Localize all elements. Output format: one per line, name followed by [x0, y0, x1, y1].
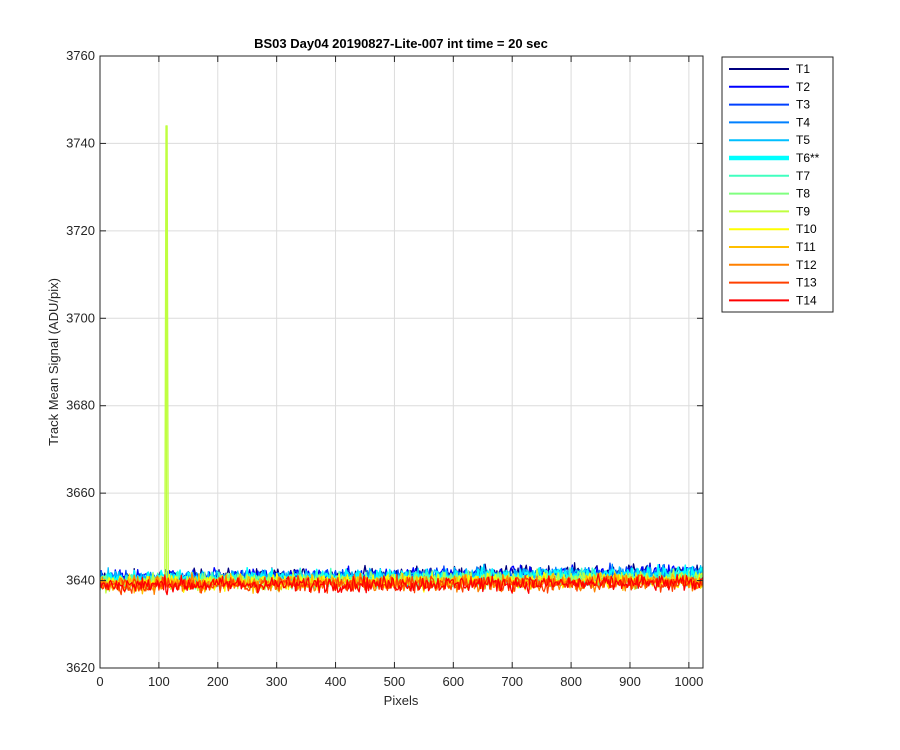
legend-label: T9	[796, 204, 810, 218]
legend-label: T12	[796, 258, 817, 272]
legend-label: T6**	[796, 151, 820, 165]
x-tick-label: 300	[266, 674, 288, 689]
y-tick-label: 3720	[66, 223, 95, 238]
y-tick-label: 3680	[66, 398, 95, 413]
legend: T1 T2 T3 T4 T5 T6** T7 T8 T9 T10 T11 T12 T13 T14	[721, 56, 834, 313]
x-tick-label: 200	[207, 674, 229, 689]
y-tick-label: 3700	[66, 310, 95, 325]
legend-label: T3	[796, 98, 810, 112]
legend-label: T14	[796, 293, 817, 307]
x-tick-label: 100	[148, 674, 170, 689]
x-tick-label: 700	[501, 674, 523, 689]
line-chart: BS03 Day04 20190827-Lite-007 int time = …	[46, 36, 834, 708]
y-tick-label: 3660	[66, 485, 95, 500]
y-tick-label: 3760	[66, 48, 95, 63]
legend-label: T10	[796, 222, 817, 236]
legend-label: T7	[796, 169, 810, 183]
x-tick-label: 400	[325, 674, 347, 689]
x-tick-label: 0	[96, 674, 103, 689]
y-axis-label: Track Mean Signal (ADU/pix)	[46, 278, 61, 446]
y-tick-label: 3620	[66, 660, 95, 675]
x-tick-label: 500	[384, 674, 406, 689]
x-tick-label: 1000	[674, 674, 703, 689]
x-tick-label: 800	[560, 674, 582, 689]
y-tick-label: 3740	[66, 135, 95, 150]
legend-label: T5	[796, 133, 810, 147]
legend-label: T11	[796, 240, 816, 254]
x-tick-label: 600	[442, 674, 464, 689]
legend-label: T4	[796, 115, 810, 129]
legend-label: T2	[796, 80, 810, 94]
legend-label: T1	[796, 62, 810, 76]
legend-label: T13	[796, 276, 817, 290]
y-tick-label: 3640	[66, 573, 95, 588]
x-axis-label: Pixels	[384, 693, 419, 708]
x-tick-label: 900	[619, 674, 641, 689]
legend-box	[721, 56, 834, 313]
chart-title: BS03 Day04 20190827-Lite-007 int time = …	[254, 36, 548, 51]
legend-label: T8	[796, 187, 810, 201]
plot-area	[99, 55, 704, 669]
